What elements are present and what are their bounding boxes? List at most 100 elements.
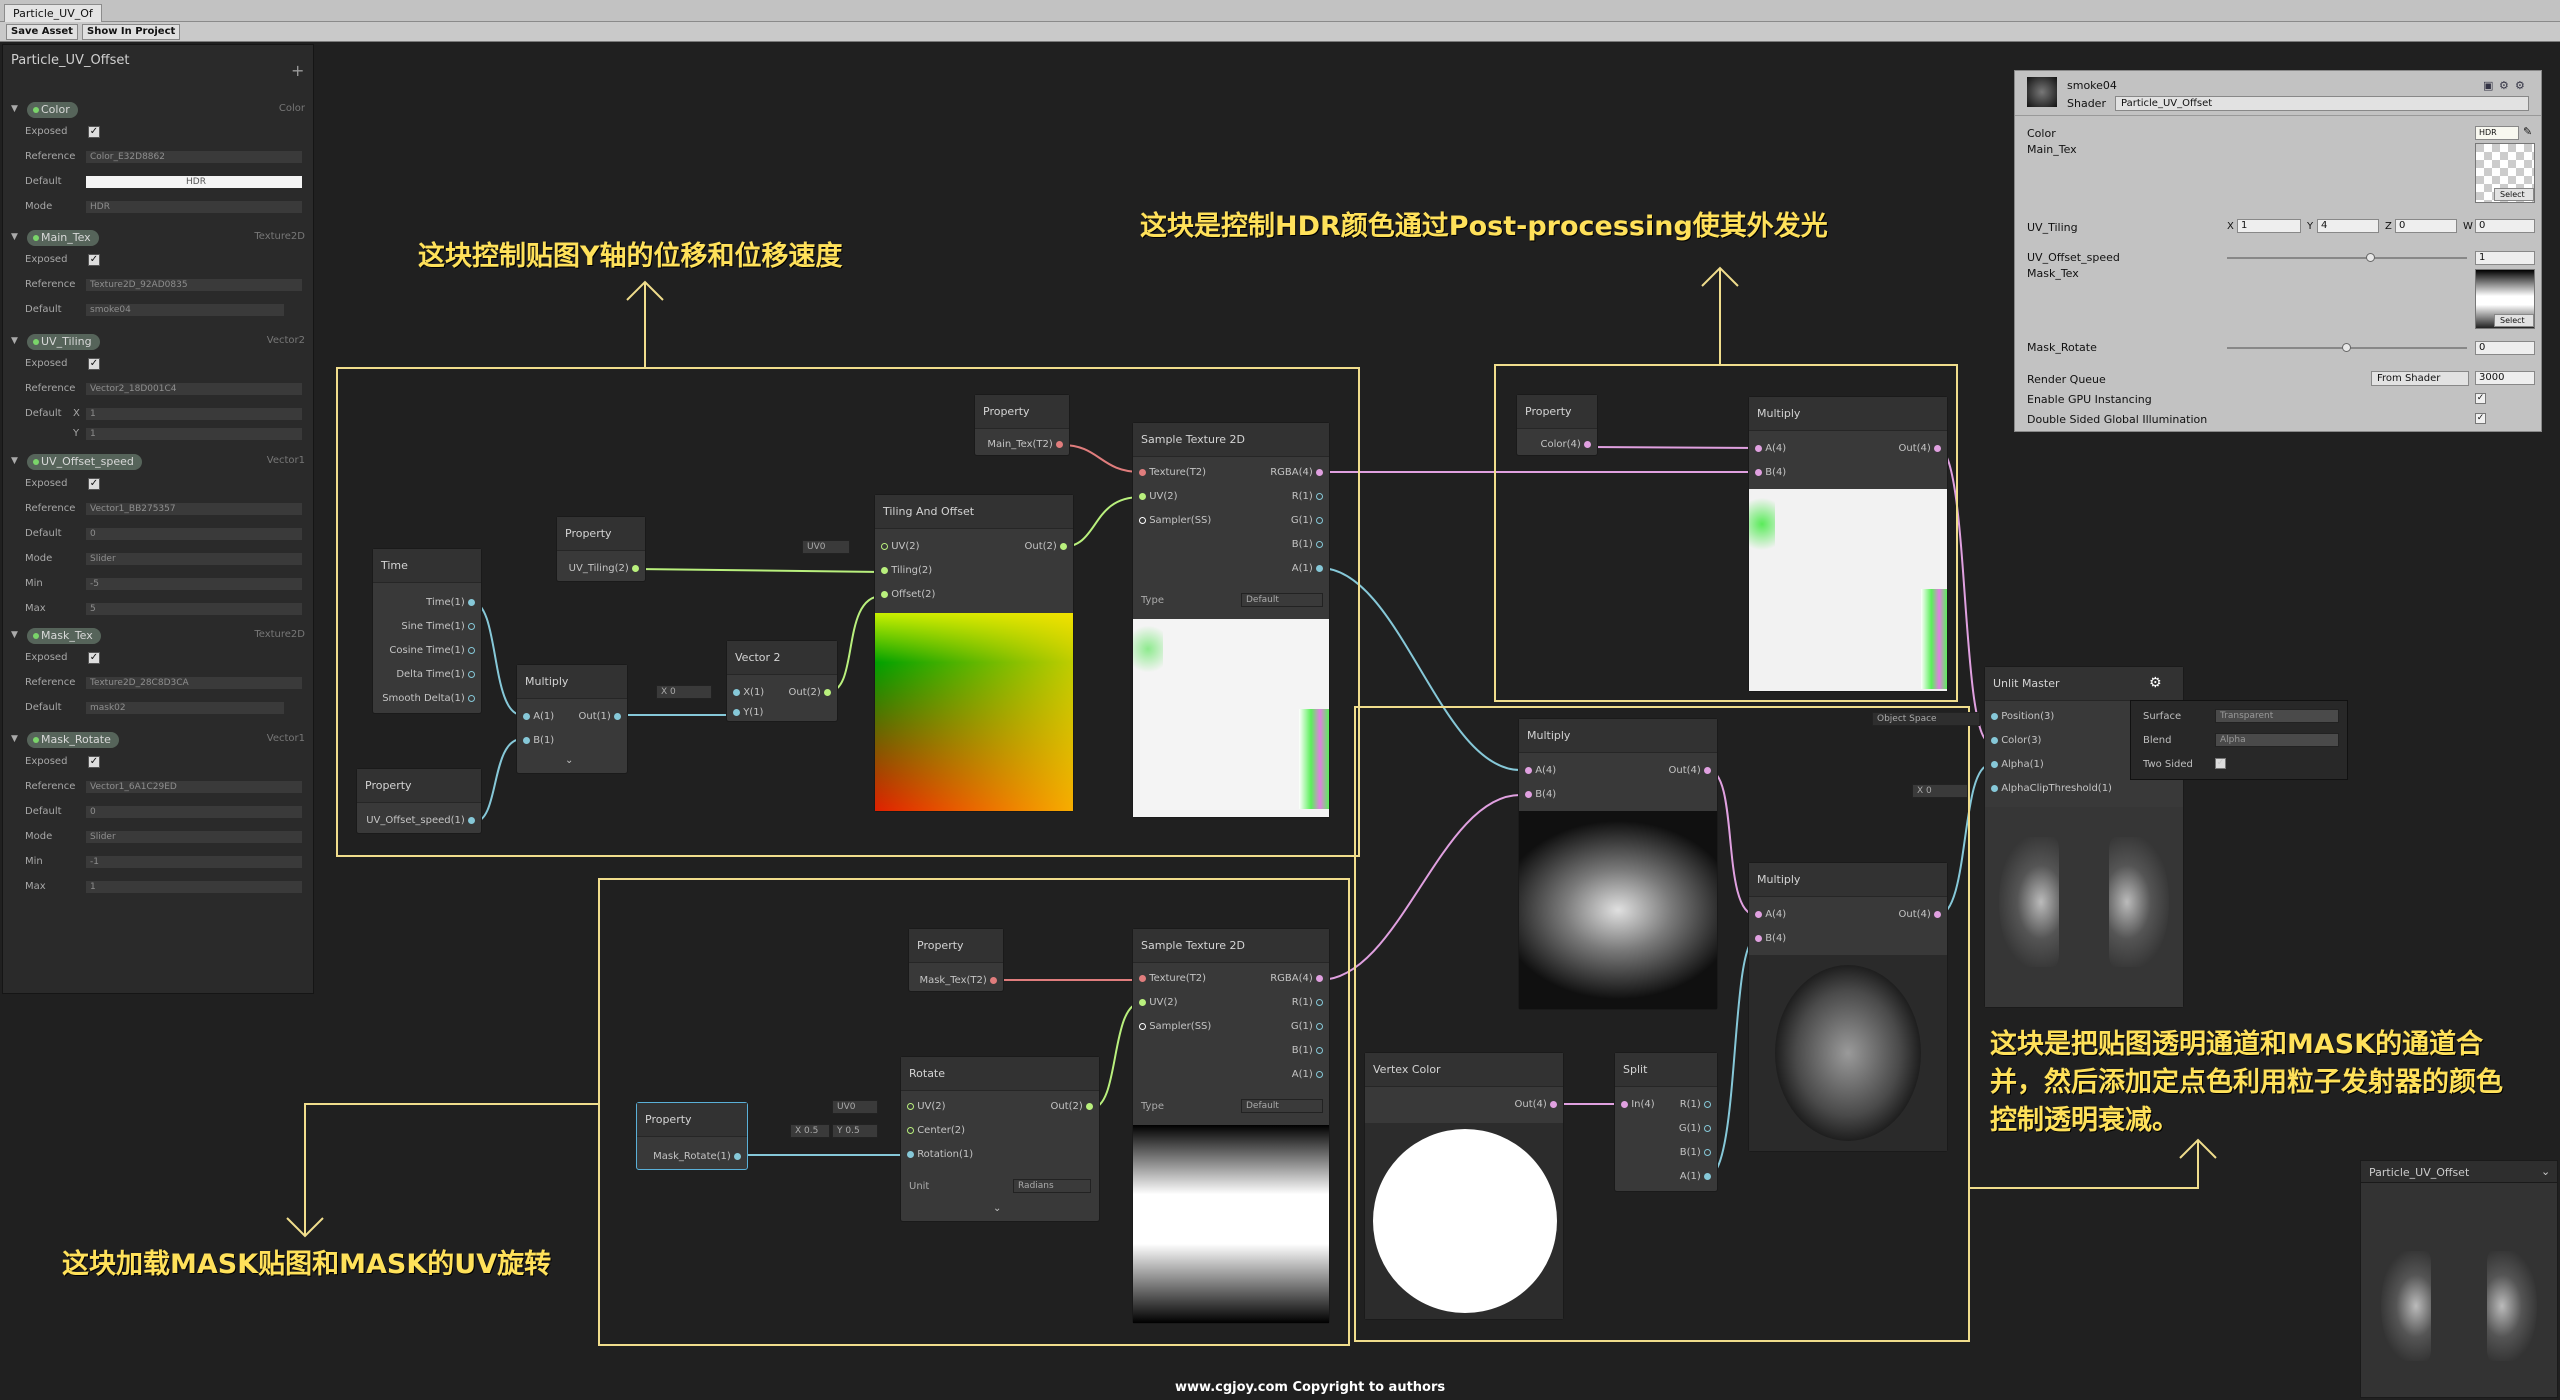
eyedropper-icon[interactable]: ✎ (2523, 125, 2532, 138)
port-dot[interactable] (1056, 440, 1063, 448)
node-sample-texture-main[interactable]: Sample Texture 2D Texture(T2) UV(2) Samp… (1132, 422, 1330, 818)
port-dot[interactable] (1086, 1102, 1093, 1110)
port-dot[interactable] (1316, 468, 1323, 476)
book-icon[interactable]: ▣ (2483, 79, 2493, 92)
tiling-x-field[interactable]: 1 (2237, 219, 2301, 233)
port-dot[interactable] (1991, 760, 1998, 768)
rotate-uv-dropdown[interactable]: UV0 (832, 1100, 878, 1114)
port-dot[interactable] (1316, 516, 1323, 524)
port-dot[interactable] (1991, 712, 1998, 720)
port-dot[interactable] (1139, 468, 1146, 476)
mask-rotate-field[interactable]: 0 (2475, 341, 2535, 355)
port-dot[interactable] (1525, 790, 1532, 798)
port-dot[interactable] (614, 712, 621, 720)
color-hdr-swatch[interactable]: HDR (2475, 126, 2519, 140)
port-dot[interactable] (1704, 1172, 1711, 1180)
port-dot[interactable] (1316, 492, 1323, 500)
surface-dropdown[interactable]: Transparent (2215, 709, 2339, 723)
type-dropdown[interactable]: Default (1241, 593, 1323, 607)
port-dot[interactable] (1316, 564, 1323, 572)
port-dot[interactable] (1755, 934, 1762, 942)
port-dot[interactable] (1991, 736, 1998, 744)
port-dot[interactable] (1139, 492, 1146, 500)
port-dot[interactable] (733, 688, 740, 696)
port-dot[interactable] (1316, 1022, 1323, 1030)
type-dropdown[interactable]: Default (1241, 1099, 1323, 1113)
node-property-mask-tex[interactable]: Property Mask_Tex(T2) (908, 928, 1004, 992)
port-dot[interactable] (1316, 1046, 1323, 1054)
node-property-mask-rotate[interactable]: Property Mask_Rotate(1) (636, 1102, 748, 1170)
slider-knob[interactable] (2366, 253, 2375, 262)
tiling-y-field[interactable]: 4 (2317, 219, 2379, 233)
port-dot[interactable] (523, 736, 530, 744)
chevron-down-icon[interactable]: ⌄ (2541, 1165, 2550, 1178)
dsgi-checkbox[interactable]: ✓ (2475, 413, 2486, 424)
node-multiply-color[interactable]: Multiply A(4) B(4) Out(4) (1748, 396, 1948, 692)
select-button[interactable]: Select (2494, 314, 2534, 327)
port-dot[interactable] (1704, 1100, 1711, 1108)
chevron-down-icon[interactable]: ⌄ (565, 755, 573, 766)
vector2-x-field[interactable]: X 0 (656, 685, 712, 699)
node-property-tiling[interactable]: Property UV_Tiling(2) (556, 516, 646, 582)
port-dot[interactable] (468, 646, 475, 654)
port-dot[interactable] (1139, 998, 1146, 1006)
port-dot[interactable] (1704, 766, 1711, 774)
node-sample-texture-mask[interactable]: Sample Texture 2D Texture(T2) UV(2) Samp… (1132, 928, 1330, 1324)
port-dot[interactable] (907, 1126, 914, 1134)
node-time[interactable]: Time Time(1) Sine Time(1) Cosine Time(1)… (372, 548, 482, 714)
node-split[interactable]: Split In(4) R(1) G(1) B(1) A(1) (1614, 1052, 1718, 1192)
node-vector2[interactable]: Vector 2 X(1) Y(1) Out(2) (726, 640, 838, 722)
uv-offset-speed-slider[interactable] (2227, 257, 2467, 259)
port-dot[interactable] (1316, 1070, 1323, 1078)
two-sided-checkbox[interactable]: ✓ (2215, 758, 2226, 769)
gear-icon[interactable]: ⚙ (2515, 79, 2525, 92)
port-dot[interactable] (1139, 516, 1146, 524)
port-dot[interactable] (1704, 1148, 1711, 1156)
gpu-instancing-checkbox[interactable]: ✓ (2475, 393, 2486, 404)
port-dot[interactable] (1704, 1124, 1711, 1132)
port-dot[interactable] (632, 564, 639, 572)
settings-icon[interactable]: ⚙ (2499, 79, 2509, 92)
alpha-clip-field[interactable]: X 0 (1912, 784, 1968, 798)
port-dot[interactable] (1316, 540, 1323, 548)
port-dot[interactable] (881, 566, 888, 574)
port-dot[interactable] (1139, 1022, 1146, 1030)
select-button[interactable]: Select (2494, 188, 2534, 201)
port-dot[interactable] (1550, 1100, 1557, 1108)
port-dot[interactable] (468, 622, 475, 630)
port-dot[interactable] (990, 976, 997, 984)
chevron-down-icon[interactable]: ⌄ (993, 1203, 1001, 1214)
slider-knob[interactable] (2342, 343, 2351, 352)
port-dot[interactable] (1060, 542, 1067, 550)
node-property-color[interactable]: Property Color(4) (1516, 394, 1598, 456)
node-tiling-and-offset[interactable]: Tiling And Offset UV(2) Tiling(2) Offset… (874, 494, 1074, 812)
uv-offset-speed-field[interactable]: 1 (2475, 251, 2535, 265)
render-queue-dropdown[interactable]: From Shader (2371, 371, 2469, 386)
port-dot[interactable] (1934, 910, 1941, 918)
node-multiply-time[interactable]: Multiply A(1) B(1) Out(1) ⌄ (516, 664, 628, 774)
tiling-w-field[interactable]: 0 (2475, 219, 2535, 233)
port-dot[interactable] (468, 670, 475, 678)
gear-icon[interactable]: ⚙ (2149, 675, 2162, 691)
port-dot[interactable] (1934, 444, 1941, 452)
port-dot[interactable] (1139, 974, 1146, 982)
port-dot[interactable] (824, 688, 831, 696)
port-dot[interactable] (734, 1152, 741, 1160)
rotate-center-y-field[interactable]: Y 0.5 (832, 1124, 878, 1138)
node-property-speed[interactable]: Property UV_Offset_speed(1) (356, 768, 482, 834)
port-dot[interactable] (907, 1150, 914, 1158)
port-dot[interactable] (881, 542, 888, 550)
unit-dropdown[interactable]: Radians (1013, 1179, 1091, 1193)
port-dot[interactable] (1755, 910, 1762, 918)
render-queue-field[interactable]: 3000 (2475, 371, 2535, 385)
blend-dropdown[interactable]: Alpha (2215, 733, 2339, 747)
port-dot[interactable] (1525, 766, 1532, 774)
port-dot[interactable] (733, 708, 740, 716)
node-rotate[interactable]: Rotate UV(2) Center(2) Rotation(1) Out(2… (900, 1056, 1100, 1222)
port-dot[interactable] (1755, 468, 1762, 476)
mask-tex-slot[interactable]: Select (2475, 269, 2535, 329)
port-dot[interactable] (468, 816, 475, 824)
port-dot[interactable] (1316, 974, 1323, 982)
node-vertex-color[interactable]: Vertex Color Out(4) (1364, 1052, 1564, 1320)
tiling-uv-dropdown[interactable]: UV0 (802, 540, 850, 554)
